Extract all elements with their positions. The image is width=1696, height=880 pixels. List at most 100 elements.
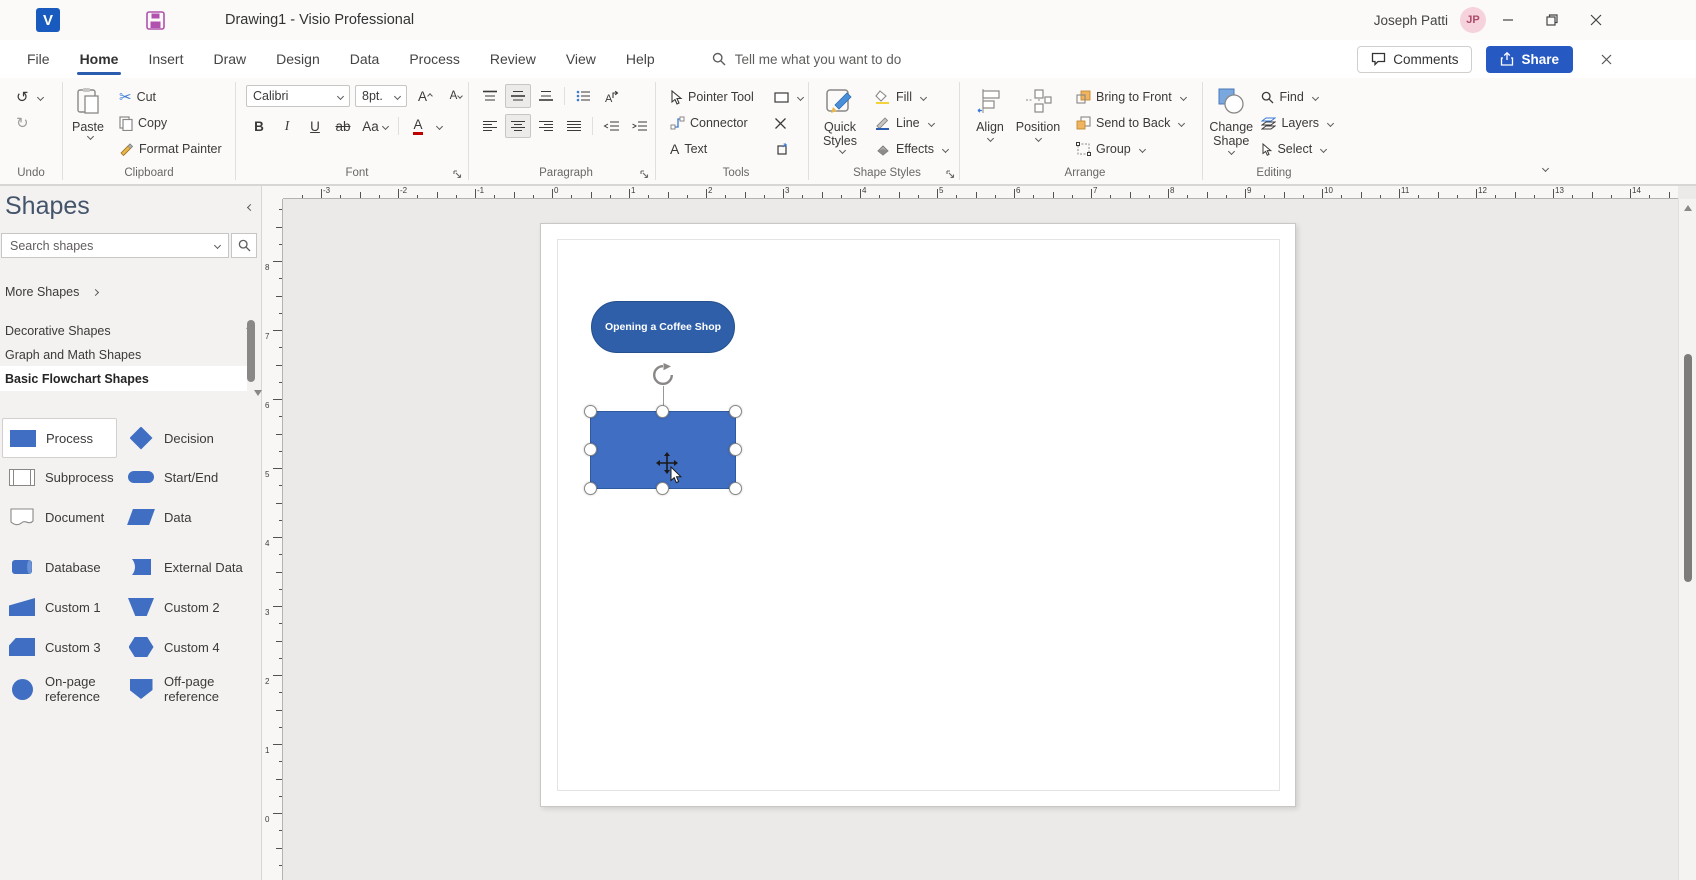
- tab-draw[interactable]: Draw: [198, 40, 261, 78]
- paste-button[interactable]: Paste: [63, 84, 113, 139]
- panel-collapse-icon[interactable]: [244, 200, 253, 215]
- align-middle-button[interactable]: [505, 84, 531, 108]
- font-family-select[interactable]: Calibri: [246, 85, 350, 107]
- canvas-vertical-scrollbar[interactable]: [1678, 199, 1696, 880]
- align-center-button[interactable]: [505, 114, 531, 138]
- stencil-shape-subprocess[interactable]: Subprocess: [2, 458, 117, 496]
- cut-button[interactable]: ✂Cut: [113, 84, 228, 110]
- save-icon[interactable]: [146, 11, 165, 30]
- stencil-shape-custom1[interactable]: Custom 1: [2, 588, 117, 626]
- avatar[interactable]: JP: [1460, 7, 1486, 33]
- connection-point-x-button[interactable]: [768, 110, 809, 136]
- stencil-shape-database[interactable]: Database: [2, 548, 117, 586]
- stencil-item[interactable]: Basic Flowchart Shapes: [0, 366, 247, 391]
- align-top-button[interactable]: [477, 84, 503, 108]
- tab-insert[interactable]: Insert: [133, 40, 198, 78]
- tab-home[interactable]: Home: [65, 40, 134, 78]
- pointer-tool-button[interactable]: Pointer Tool: [664, 84, 760, 110]
- paragraph-dialog-launcher[interactable]: [640, 170, 649, 179]
- rotation-handle[interactable]: [651, 363, 675, 387]
- align-bottom-button[interactable]: [533, 84, 559, 108]
- tab-data[interactable]: Data: [335, 40, 395, 78]
- copy-button[interactable]: Copy: [113, 110, 228, 136]
- minimize-button[interactable]: [1486, 5, 1530, 35]
- search-dropdown-chevron-icon[interactable]: [214, 242, 221, 249]
- italic-button[interactable]: I: [274, 114, 300, 138]
- stencil-shape-offpage[interactable]: Off-page reference: [121, 664, 259, 714]
- font-color-button[interactable]: A: [405, 114, 431, 138]
- canvas-area[interactable]: Opening a Coffee Shop: [262, 186, 1696, 880]
- position-button[interactable]: Position: [1012, 84, 1064, 141]
- panel-scroll-thumb[interactable]: [247, 320, 255, 382]
- strikethrough-button[interactable]: ab: [330, 114, 356, 138]
- stencil-shape-decision[interactable]: Decision: [121, 418, 259, 458]
- tab-review[interactable]: Review: [475, 40, 551, 78]
- align-button[interactable]: Align: [968, 84, 1012, 141]
- justify-button[interactable]: [561, 114, 587, 138]
- text-direction-button[interactable]: A: [598, 84, 624, 108]
- stencil-shape-custom2[interactable]: Custom 2: [121, 588, 259, 626]
- change-case-button[interactable]: Aa: [358, 114, 392, 138]
- scroll-up-icon[interactable]: [1684, 205, 1692, 211]
- tab-process[interactable]: Process: [394, 40, 475, 78]
- stencil-shape-external[interactable]: External Data: [121, 548, 259, 586]
- bullets-button[interactable]: [570, 84, 596, 108]
- stencil-shape-startend[interactable]: Start/End: [121, 458, 259, 496]
- stencil-shape-data[interactable]: Data: [121, 498, 259, 536]
- stencil-shape-onpage[interactable]: On-page reference: [2, 664, 117, 714]
- resize-handle-top-right[interactable]: [729, 405, 742, 418]
- find-button[interactable]: Find: [1255, 84, 1339, 110]
- resize-handle-bottom-right[interactable]: [729, 482, 742, 495]
- font-size-select[interactable]: 8pt.: [355, 85, 407, 107]
- stencil-shape-process[interactable]: Process: [2, 418, 117, 458]
- connection-point-button[interactable]: [768, 136, 809, 162]
- tab-design[interactable]: Design: [261, 40, 335, 78]
- line-button[interactable]: Line: [869, 110, 954, 136]
- select-button[interactable]: Select: [1255, 136, 1339, 162]
- maximize-button[interactable]: [1530, 5, 1574, 35]
- redo-button[interactable]: ↻: [10, 110, 49, 136]
- font-color-chevron[interactable]: [436, 122, 443, 129]
- stencil-shape-custom4[interactable]: Custom 4: [121, 628, 259, 666]
- resize-handle-top-center[interactable]: [656, 405, 669, 418]
- close-button[interactable]: [1574, 5, 1618, 35]
- undo-button[interactable]: ↺: [10, 84, 49, 110]
- more-shapes-button[interactable]: More Shapes: [5, 285, 98, 299]
- canvas-scroll-thumb[interactable]: [1684, 354, 1692, 582]
- tab-help[interactable]: Help: [611, 40, 670, 78]
- stencil-shape-document[interactable]: Document: [2, 498, 117, 536]
- collapse-ribbon-icon[interactable]: [1539, 161, 1548, 176]
- send-to-back-button[interactable]: Send to Back: [1070, 110, 1192, 136]
- panel-scrollbar[interactable]: [246, 308, 256, 323]
- comments-button[interactable]: Comments: [1357, 46, 1472, 73]
- resize-handle-bottom-left[interactable]: [584, 482, 597, 495]
- text-tool-button[interactable]: A Text: [664, 136, 760, 162]
- align-left-button[interactable]: [477, 114, 503, 138]
- shapes-search-button[interactable]: [231, 233, 257, 258]
- increase-indent-button[interactable]: [626, 114, 652, 138]
- group-button[interactable]: Group: [1070, 136, 1192, 162]
- stencil-item[interactable]: Decorative Shapes: [0, 318, 237, 343]
- menubar-close-icon[interactable]: [1601, 54, 1612, 65]
- shrink-font-button[interactable]: A: [443, 84, 469, 108]
- resize-handle-top-left[interactable]: [584, 405, 597, 418]
- rectangle-tool-button[interactable]: [768, 84, 809, 110]
- fill-button[interactable]: Fill: [869, 84, 954, 110]
- resize-handle-mid-right[interactable]: [729, 443, 742, 456]
- format-painter-button[interactable]: Format Painter: [113, 136, 228, 162]
- shapes-search-input[interactable]: Search shapes: [1, 233, 229, 258]
- tab-file[interactable]: File: [12, 40, 65, 78]
- decrease-indent-button[interactable]: [598, 114, 624, 138]
- font-dialog-launcher[interactable]: [453, 170, 462, 179]
- grow-font-button[interactable]: A: [412, 84, 438, 108]
- scroll-down-icon[interactable]: [254, 390, 262, 396]
- bring-to-front-button[interactable]: Bring to Front: [1070, 84, 1192, 110]
- align-right-button[interactable]: [533, 114, 559, 138]
- change-shape-button[interactable]: Change Shape: [1209, 84, 1253, 154]
- connector-button[interactable]: Connector: [664, 110, 760, 136]
- shape-styles-dialog-launcher[interactable]: [946, 170, 955, 179]
- underline-button[interactable]: U: [302, 114, 328, 138]
- tellme-search[interactable]: Tell me what you want to do: [712, 40, 902, 78]
- effects-button[interactable]: Effects: [869, 136, 954, 162]
- share-button[interactable]: Share: [1486, 46, 1573, 73]
